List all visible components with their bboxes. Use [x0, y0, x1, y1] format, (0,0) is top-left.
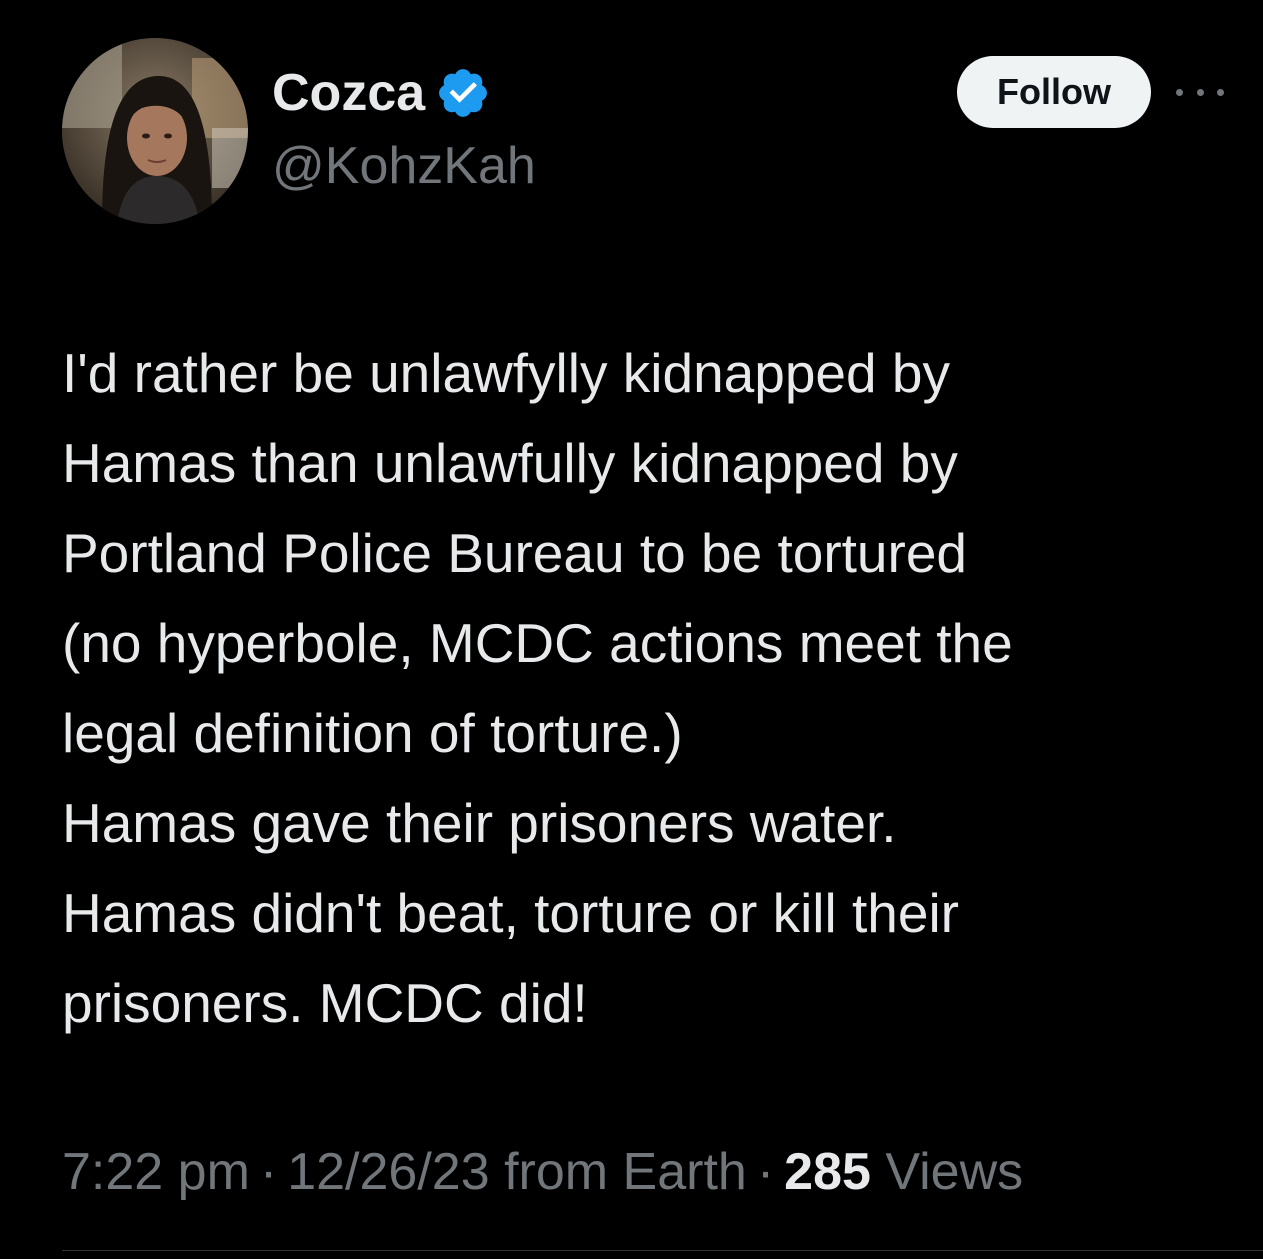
tweet-date-source[interactable]: 12/26/23 from Earth: [287, 1143, 747, 1201]
views-count: 285: [784, 1143, 871, 1201]
dot: [1196, 88, 1204, 96]
tweet-text-line: I'd rather be unlawfylly kidnapped by: [62, 342, 950, 404]
dot: [1217, 88, 1224, 96]
tweet-text-line: Hamas gave their prisoners water.: [62, 792, 897, 854]
tweet-text-line: prisoners. MCDC did!: [62, 972, 588, 1034]
tweet-text-line: Portland Police Bureau to be tortured: [62, 522, 968, 584]
tweet-text-line: legal definition of torture.): [62, 702, 683, 764]
tweet-text-line: Hamas didn't beat, torture or kill their: [62, 882, 959, 944]
tweet-text: I'd rather be unlawfylly kidnapped by Ha…: [62, 328, 1242, 1048]
tweet-text-line: Hamas than unlawfully kidnapped by: [62, 432, 958, 494]
author-name-row: Cozca: [272, 58, 491, 128]
tweet-time[interactable]: 7:22 pm: [62, 1143, 250, 1201]
meta-separator: ·: [259, 1143, 278, 1201]
author-handle[interactable]: @KohzKah: [272, 140, 536, 192]
divider: [62, 1250, 1263, 1251]
ellipsis-icon[interactable]: [1176, 80, 1224, 104]
dot: [1176, 88, 1183, 96]
tweet-meta: 7:22 pm · 12/26/23 from Earth · 285 Views: [62, 1140, 1023, 1204]
tweet-text-line: (no hyperbole, MCDC actions meet the: [62, 612, 1013, 674]
follow-button[interactable]: Follow: [957, 56, 1151, 128]
avatar[interactable]: [62, 38, 248, 224]
display-name[interactable]: Cozca: [272, 67, 425, 119]
verified-badge-icon: [435, 65, 491, 121]
profile-photo: [62, 38, 248, 224]
meta-separator: ·: [756, 1143, 775, 1201]
views-label: Views: [885, 1143, 1024, 1201]
